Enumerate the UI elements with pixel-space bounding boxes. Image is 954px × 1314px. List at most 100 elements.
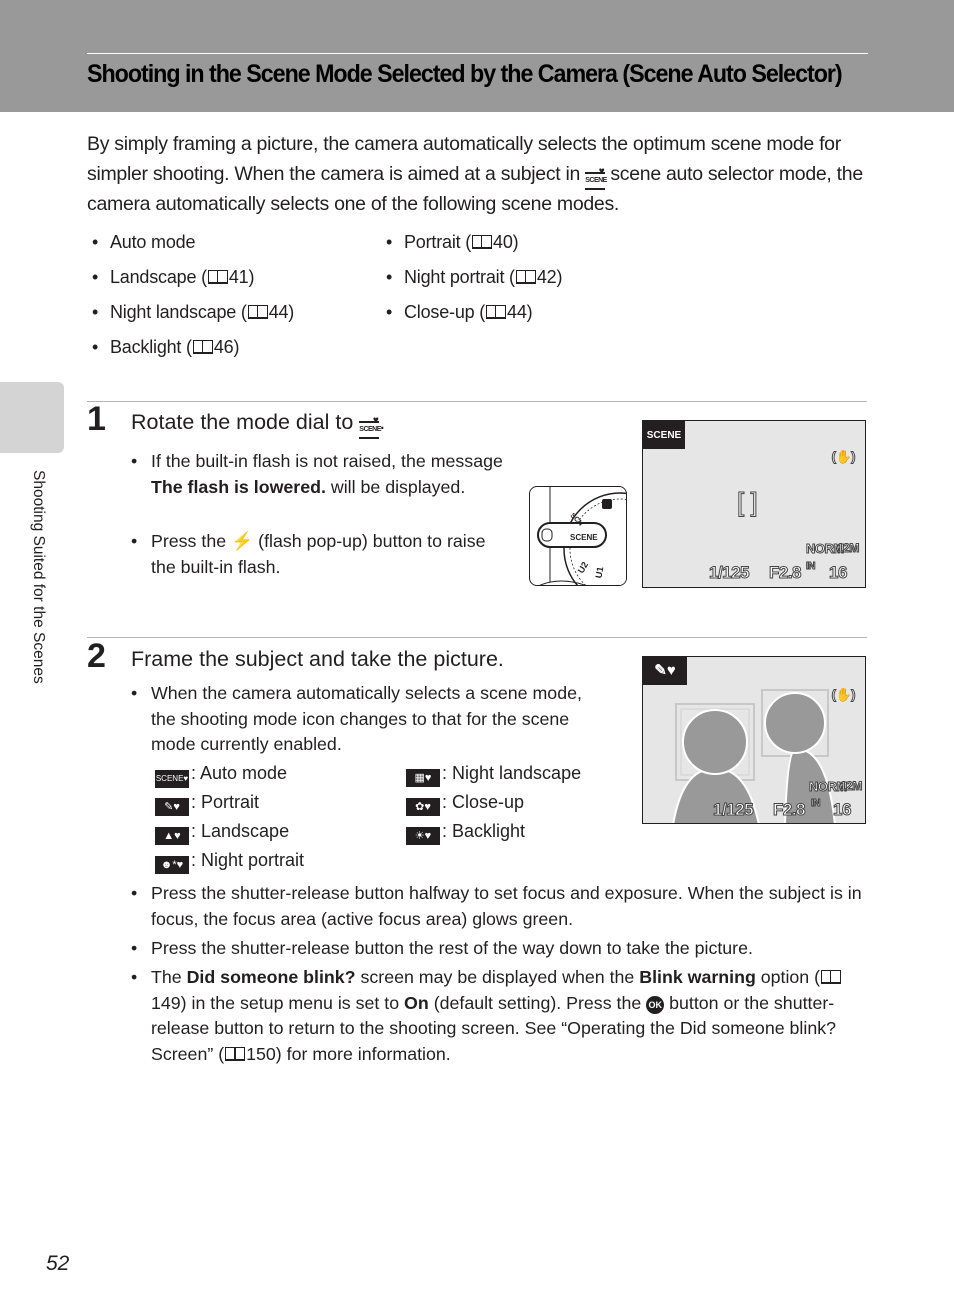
bullet: • (92, 232, 99, 252)
mode-dial-icon: SCENE U2 U1 SCN (537, 487, 626, 585)
book-icon (192, 340, 213, 354)
bullet-text: Press the shutter-release button halfway… (151, 883, 862, 929)
list-item: • Auto mode (92, 232, 195, 253)
shooting-mode-icon: ✎♥ (643, 657, 687, 685)
book-icon (207, 270, 228, 284)
bullet-text: When the camera automatically selects a … (151, 683, 582, 754)
text: The (151, 967, 187, 987)
step1-bullet: • Press the ⚡ (flash pop-up) button to r… (131, 529, 511, 580)
aperture: F2.8 (772, 800, 806, 820)
person-1-head (682, 709, 748, 775)
page-ref[interactable]: 44) (507, 302, 533, 322)
book-icon (515, 270, 536, 284)
legend-label: : Backlight (442, 821, 526, 841)
list-item: • Backlight (46) (92, 337, 239, 358)
list-item: • Night portrait ( 42) (386, 267, 562, 288)
legend-backlight: ☀♥: Backlight (406, 821, 525, 845)
camera-monitor-scene-auto: SCENE (✋) [ ] NORM 12M 1/125 F2.8 IN 16 (642, 420, 866, 588)
step-title-text: Rotate the mode dial to (131, 410, 360, 434)
page-ref[interactable]: 150) for more information. (246, 1044, 451, 1064)
bullet-text: The Did someone blink? screen may be dis… (131, 965, 867, 1067)
text: option ( (755, 967, 821, 987)
step-divider (87, 401, 867, 402)
bullet: • (386, 267, 393, 287)
exposures-remaining: 16 (833, 800, 852, 820)
internal-memory-indicator: IN (811, 798, 822, 810)
image-size: 12M (837, 541, 860, 556)
book-icon (472, 235, 493, 249)
mode-label: Night portrait ( (404, 267, 515, 287)
step1-bullet: • If the built-in flash is not raised, t… (131, 449, 511, 500)
step2-bullet: • Press the shutter-release button the r… (131, 936, 867, 962)
chapter-tab[interactable] (0, 382, 64, 453)
dial-label-u1: U1 (594, 566, 606, 579)
mode-label: Auto mode (110, 232, 196, 252)
bold-text: On (404, 992, 429, 1013)
legend-night-landscape: ▦♥: Night landscape (406, 763, 581, 787)
bullet: • (131, 883, 138, 903)
mode-label: Night landscape ( (110, 302, 247, 322)
page-ref[interactable]: 46) (214, 337, 240, 357)
mode-label: Portrait ( (404, 232, 472, 252)
legend-night-portrait: ☻*♥: Night portrait (155, 850, 304, 874)
page-ref[interactable]: 42) (537, 267, 563, 287)
legend-close-up: ✿♥: Close-up (406, 792, 524, 816)
shooting-mode-icon: SCENE (643, 421, 685, 449)
page-ref[interactable]: 149) in the setup menu is set to (151, 993, 404, 1013)
bullet: • (92, 267, 99, 287)
bullet: • (131, 683, 138, 703)
bullet: • (386, 232, 393, 252)
step-title: Rotate the mode dial to SCENE. (131, 410, 385, 439)
text: If the built-in flash is not raised, the… (151, 451, 503, 471)
legend-label: : Portrait (191, 792, 260, 812)
close-up-icon: ✿♥ (406, 798, 440, 816)
step2-bullet-blink-warning: • The Did someone blink? screen may be d… (131, 965, 867, 1067)
page-ref[interactable]: 40) (493, 232, 519, 252)
page-ref[interactable]: 44) (269, 302, 295, 322)
bullet-text: Press the ⚡ (flash pop-up) button to rai… (131, 529, 511, 580)
chapter-tab-label: Shooting Suited for the Scenes (30, 470, 47, 684)
legend-label: : Night landscape (442, 763, 582, 783)
chapter-header: Shooting in the Scene Mode Selected by t… (0, 0, 954, 112)
text: will be displayed. (325, 476, 466, 497)
step-number: 2 (87, 637, 106, 675)
text: screen may be displayed when the (355, 967, 640, 987)
scene-auto-icon: SCENE (585, 165, 607, 190)
book-icon (486, 305, 507, 319)
bullet-text: Press the shutter-release button the res… (151, 938, 753, 958)
flash-icon: ⚡ (231, 531, 254, 551)
header-rule (87, 53, 868, 54)
mode-dial-illustration: SCENE U2 U1 SCN (529, 486, 627, 586)
vibration-reduction-icon: (✋) (831, 687, 856, 703)
page-number: 52 (46, 1252, 70, 1275)
list-item: • Landscape ( 41) (92, 267, 255, 288)
bullet: • (386, 302, 393, 322)
book-icon (225, 1046, 246, 1061)
camera-monitor-portrait: ✎♥ (✋) NORM 12M 1/125 F2.8 IN 16 (642, 656, 866, 824)
aperture: F2.8 (768, 563, 802, 583)
landscape-icon: ▲♥ (155, 827, 189, 845)
night-portrait-icon: ☻*♥ (155, 856, 189, 874)
internal-memory-indicator: IN (806, 561, 817, 573)
legend-label: : Night portrait (191, 850, 305, 870)
scene-auto-mode-icon: SCENE♥ (155, 770, 189, 788)
legend-auto-mode: SCENE♥: Auto mode (155, 763, 287, 788)
step-number: 1 (87, 400, 106, 438)
night-landscape-icon: ▦♥ (406, 769, 440, 787)
bold-text: Blink warning (639, 967, 756, 987)
list-item: • Night landscape ( 44) (92, 302, 294, 323)
intro-paragraph: By simply framing a picture, the camera … (87, 130, 877, 219)
page-ref[interactable]: 41) (229, 267, 255, 287)
bold-text: Did someone blink? (186, 967, 356, 987)
portrait-icon: ✎♥ (155, 798, 189, 816)
ok-button-icon: OK (646, 995, 665, 1014)
shutter-speed: 1/125 (708, 563, 750, 583)
backlight-icon: ☀♥ (406, 827, 440, 845)
legend-landscape: ▲♥: Landscape (155, 821, 289, 845)
mode-label: Close-up ( (404, 302, 486, 322)
bullet: • (131, 451, 138, 471)
bullet: • (92, 302, 99, 322)
bullet-text: If the built-in flash is not raised, the… (131, 449, 511, 500)
mode-label: Landscape ( (110, 267, 207, 287)
bullet: • (131, 967, 138, 987)
